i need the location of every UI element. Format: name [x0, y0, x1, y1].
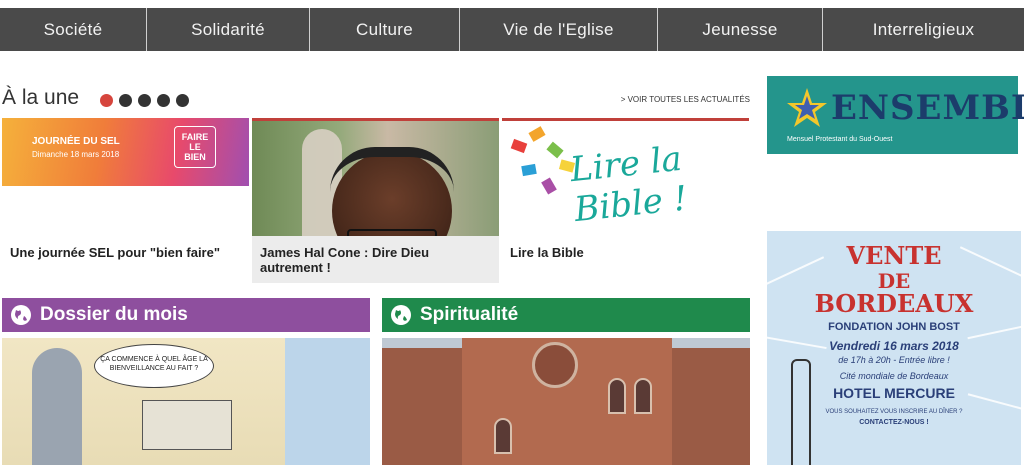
portrait-glasses [347, 229, 437, 236]
featured-card-cone[interactable]: James Hal Cone : Dire Dieu autrement ! [252, 118, 499, 283]
ensemble-title: ENSEMBLE [831, 88, 1024, 128]
see-all-news-link[interactable]: > VOIR TOUTES LES ACTUALITÉS [621, 95, 750, 104]
vente-bordeaux-poster[interactable]: VENTE DE BORDEAUX FONDATION JOHN BOST Ve… [767, 231, 1021, 465]
globe-icon [11, 305, 31, 325]
faire-le-bien-logo-text: FAIRE LE BIEN [181, 132, 209, 162]
featured-title: À la une [2, 86, 80, 109]
ensemble-subtitle: Mensuel Protestant du Sud-Ouest [787, 136, 893, 143]
rose-window [532, 342, 578, 388]
decor-shard [546, 141, 564, 159]
cartoon-father [32, 348, 82, 465]
section-spiritualite: Spiritualité [382, 298, 750, 465]
nav-item-jeunesse[interactable]: Jeunesse [658, 8, 823, 51]
vente-title-line1: VENTE [846, 241, 942, 270]
nav-item-culture[interactable]: Culture [310, 8, 460, 51]
featured-card-caption[interactable]: Lire la Bible [510, 245, 742, 260]
wine-bottle-illustration [791, 359, 811, 465]
featured-cards: JOURNÉE DU SEL Dimanche 18 mars 2018 FAI… [2, 118, 750, 283]
nav-item-vie-eglise[interactable]: Vie de l'Eglise [460, 8, 658, 51]
featured-header: À la une > VOIR TOUTES LES ACTUALITÉS [2, 86, 750, 114]
sel-banner-title: JOURNÉE DU SEL [32, 136, 120, 147]
globe-icon [391, 305, 411, 325]
featured-card-caption[interactable]: James Hal Cone : Dire Dieu autrement ! [260, 245, 492, 275]
portrait-hair [330, 147, 454, 207]
featured-card-caption[interactable]: Une journée SEL pour "bien faire" [10, 245, 242, 260]
carousel-dots [100, 94, 189, 107]
church-window [634, 378, 652, 414]
spiritualite-header[interactable]: Spiritualité [382, 298, 750, 332]
vente-date: Vendredi 16 mars 2018 [829, 339, 959, 353]
star-logo-icon [787, 88, 827, 127]
decor-shard [528, 126, 546, 142]
decor-shard [541, 177, 557, 195]
church-photo[interactable] [382, 338, 750, 465]
carousel-dot-4[interactable] [157, 94, 170, 107]
lire-la-bible-image: Lire la Bible ! [502, 118, 749, 236]
sel-banner-date: Dimanche 18 mars 2018 [32, 150, 120, 159]
section-dossier-du-mois: Dossier du mois ÇA COMMENCE À QUEL ÂGE L… [2, 298, 370, 465]
decor-shard [510, 138, 528, 154]
left-building [382, 348, 462, 465]
nav-item-solidarite[interactable]: Solidarité [147, 8, 310, 51]
nav-item-societe[interactable]: Société [0, 8, 147, 51]
carousel-dot-1[interactable] [100, 94, 113, 107]
decor-shard [521, 163, 537, 177]
cartoon-bathroom [285, 338, 370, 465]
vente-organizer: FONDATION JOHN BOST [828, 321, 960, 333]
main-navigation: Société Solidarité Culture Vie de l'Egli… [0, 8, 1024, 51]
carousel-dot-5[interactable] [176, 94, 189, 107]
featured-card-sel[interactable]: JOURNÉE DU SEL Dimanche 18 mars 2018 FAI… [2, 118, 249, 283]
nav-item-interreligieux[interactable]: Interreligieux [823, 8, 1024, 51]
church-window [494, 418, 512, 454]
cartoon-dresser [142, 400, 232, 450]
carousel-dot-2[interactable] [119, 94, 132, 107]
church-window [608, 378, 626, 414]
lire-la-bible-lettering: Lire la Bible ! [568, 138, 690, 231]
ensemble-magazine-banner[interactable]: ENSEMBLE Mensuel Protestant du Sud-Ouest [767, 76, 1024, 154]
dossier-title: Dossier du mois [40, 304, 188, 325]
dossier-cartoon[interactable]: ÇA COMMENCE À QUEL ÂGE LA BIENVEILLANCE … [2, 338, 370, 465]
spiritualite-title: Spiritualité [420, 304, 519, 325]
right-building [672, 348, 750, 465]
carousel-dot-3[interactable] [138, 94, 151, 107]
speech-bubble: ÇA COMMENCE À QUEL ÂGE LA BIENVEILLANCE … [94, 344, 214, 388]
sel-banner-image: JOURNÉE DU SEL Dimanche 18 mars 2018 FAI… [2, 118, 249, 186]
vente-title-line3: BORDEAUX [814, 289, 974, 318]
dossier-header[interactable]: Dossier du mois [2, 298, 370, 332]
featured-card-bible[interactable]: Lire la Bible ! Lire la Bible [502, 118, 749, 283]
cone-photo [252, 118, 499, 236]
